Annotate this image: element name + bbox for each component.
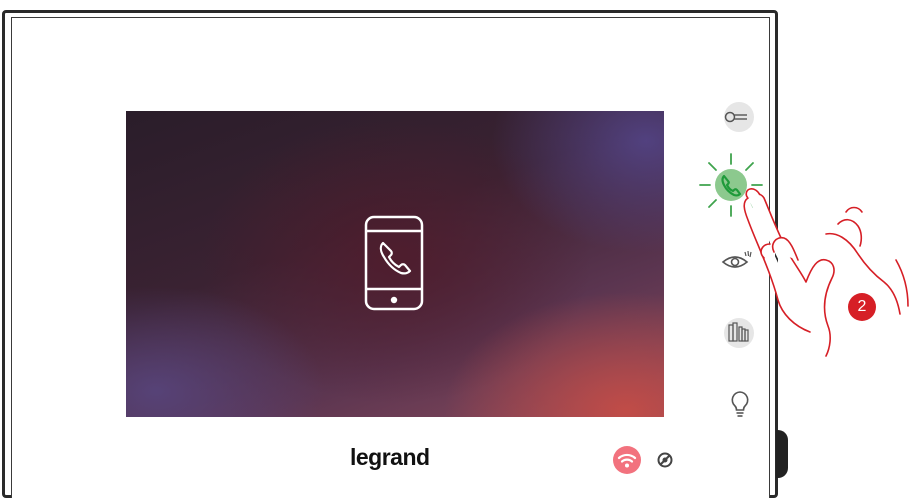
key-icon (724, 102, 754, 132)
brand-logo: legrand (350, 444, 430, 470)
step-number-badge: 2 (848, 293, 876, 321)
pressing-hand-illustration (743, 188, 909, 357)
side-knob[interactable] (776, 430, 788, 478)
smartphone-call-icon (364, 215, 424, 311)
lightbulb-icon (731, 391, 749, 417)
light-button[interactable] (729, 390, 751, 425)
key-button[interactable] (719, 101, 759, 138)
mute-icon (657, 452, 673, 468)
wifi-icon (613, 446, 641, 474)
display-screen (126, 111, 664, 417)
